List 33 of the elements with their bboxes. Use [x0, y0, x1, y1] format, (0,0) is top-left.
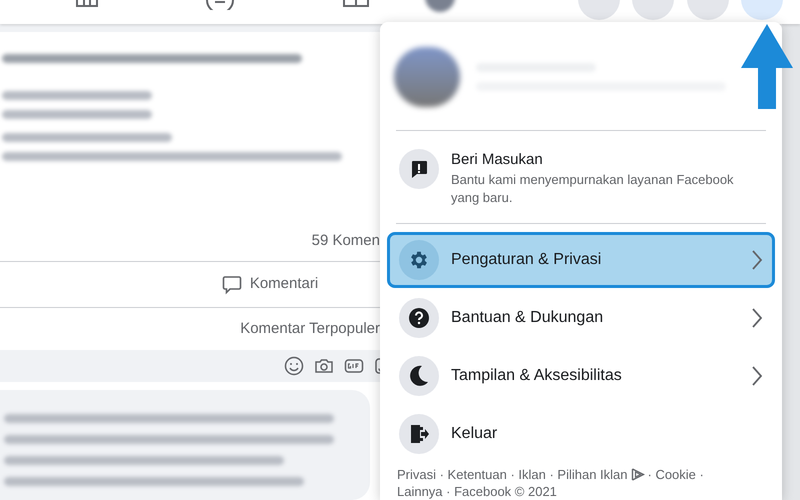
feedback-icon	[409, 159, 429, 180]
circle-icon[interactable]	[205, 0, 235, 10]
pointer-arrow-icon	[740, 24, 794, 110]
emoji-icon[interactable]	[284, 356, 304, 376]
menu-item[interactable]: Keluar	[387, 406, 775, 462]
menu-item-label: Beri Masukan	[451, 150, 544, 170]
menu-item-label: Keluar	[451, 424, 498, 444]
footer-links-text: · Cookie ·	[648, 466, 704, 483]
menu-item-label: Pengaturan & Privasi	[451, 250, 602, 270]
comment-button[interactable]: Komentari	[222, 273, 318, 296]
chevron-right-icon	[751, 365, 763, 387]
comment-count[interactable]: 59 Komen	[312, 230, 380, 253]
menu-item-description: Bantu kami menyempurnakan layanan Facebook yang baru.	[451, 171, 735, 208]
menu-item[interactable]: Beri Masukan Bantu kami menyempurnakan layanan Facebook yang baru.	[387, 141, 775, 216]
store-icon[interactable]	[343, 0, 369, 8]
footer-links-text: Privasi · Ketentuan · Iklan · Pilihan Iklan	[397, 466, 628, 483]
menu-item-label: Tampilan & Aksesibilitas	[451, 366, 623, 386]
comment-sort-button[interactable]: Komentar Terpopuler	[240, 318, 380, 340]
logout-icon	[408, 423, 430, 445]
menu-item[interactable]: Pengaturan & Privasi	[387, 232, 775, 288]
chevron-right-icon	[751, 249, 763, 271]
menu-item-label: Bantuan & Dukungan	[451, 308, 604, 328]
help-icon	[408, 307, 430, 329]
speech-bubble-icon	[222, 274, 242, 294]
grid-icon[interactable]	[76, 0, 98, 8]
profile-avatar[interactable]	[394, 47, 460, 108]
footer-links-text: Lainnya · Facebook © 2021	[397, 483, 558, 500]
ad-choices-icon	[630, 468, 644, 481]
menu-item[interactable]: Tampilan & Aksesibilitas	[387, 348, 775, 404]
moon-icon	[408, 365, 430, 387]
settings-icon	[408, 249, 430, 271]
menu-item[interactable]: Bantuan & Dukungan	[387, 290, 775, 346]
chevron-right-icon	[751, 307, 763, 329]
